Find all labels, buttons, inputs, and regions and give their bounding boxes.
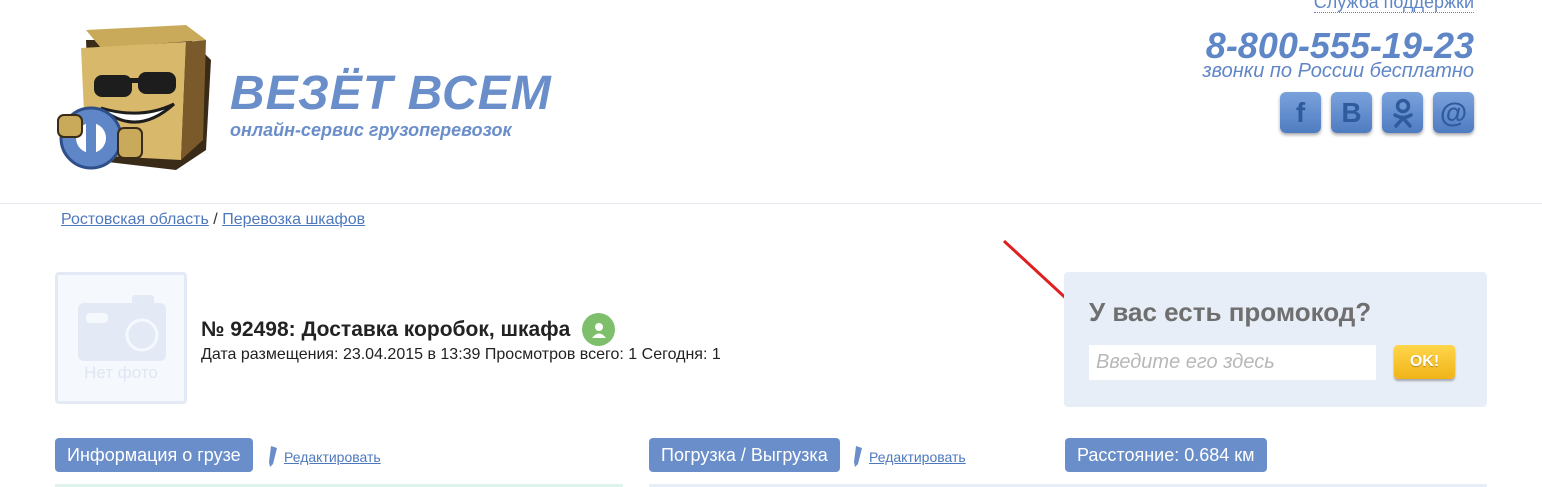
mail-icon[interactable]: @ xyxy=(1433,92,1474,133)
cargo-info-tab[interactable]: Информация о грузе xyxy=(55,438,253,472)
pencil-icon xyxy=(269,446,277,467)
camera-icon xyxy=(78,295,166,361)
promo-title: У вас есть промокод? xyxy=(1089,297,1372,327)
breadcrumb-region[interactable]: Ростовская область xyxy=(61,211,209,228)
social-links: f B @ xyxy=(1280,92,1474,133)
no-photo-label: Нет фото xyxy=(84,363,158,382)
order-title-text: № 92498: Доставка коробок, шкафа xyxy=(201,317,571,341)
promo-ok-button[interactable]: OK! xyxy=(1394,345,1455,379)
edit-loading-label: Редактировать xyxy=(869,449,966,465)
header-divider xyxy=(0,203,1542,204)
pencil-icon xyxy=(854,446,862,467)
odnoklassniki-glyph xyxy=(1392,98,1413,128)
odnoklassniki-icon[interactable] xyxy=(1382,92,1423,133)
breadcrumb-separator: / xyxy=(213,211,218,228)
brand-subtitle: онлайн-сервис грузоперевозок xyxy=(230,120,512,140)
facebook-glyph: f xyxy=(1295,96,1306,128)
edit-cargo-link[interactable]: Редактировать xyxy=(268,446,381,468)
phone-note: звонки по России бесплатно xyxy=(1202,60,1474,82)
logo[interactable]: ВЕЗЁТ ВСЕМ онлайн-сервис грузоперевозок xyxy=(56,20,556,180)
user-icon xyxy=(591,322,606,338)
breadcrumb: Ростовская область / Перевозка шкафов xyxy=(61,211,365,229)
vkontakte-glyph: B xyxy=(1341,96,1362,128)
box-mascot-icon xyxy=(57,25,211,170)
vkontakte-icon[interactable]: B xyxy=(1331,92,1372,133)
edit-cargo-label: Редактировать xyxy=(284,449,381,465)
promo-code-input[interactable] xyxy=(1089,345,1376,380)
order-meta: Дата размещения: 23.04.2015 в 13:39 Прос… xyxy=(201,346,721,363)
edit-loading-link[interactable]: Редактировать xyxy=(853,446,966,468)
order-photo-placeholder: Нет фото xyxy=(55,272,187,404)
loading-tab[interactable]: Погрузка / Выгрузка xyxy=(649,438,840,472)
mail-glyph: @ xyxy=(1439,96,1468,128)
brand-title: ВЕЗЁТ ВСЕМ xyxy=(230,67,552,120)
facebook-icon[interactable]: f xyxy=(1280,92,1321,133)
breadcrumb-category[interactable]: Перевозка шкафов xyxy=(222,211,365,228)
order-title: № 92498: Доставка коробок, шкафа xyxy=(201,313,616,346)
support-link[interactable]: Служба поддержки xyxy=(1313,0,1474,13)
user-avatar-icon[interactable] xyxy=(582,313,616,346)
distance-tab: Расстояние: 0.684 км xyxy=(1065,438,1267,472)
promo-code-panel: У вас есть промокод? OK! xyxy=(1064,272,1487,407)
